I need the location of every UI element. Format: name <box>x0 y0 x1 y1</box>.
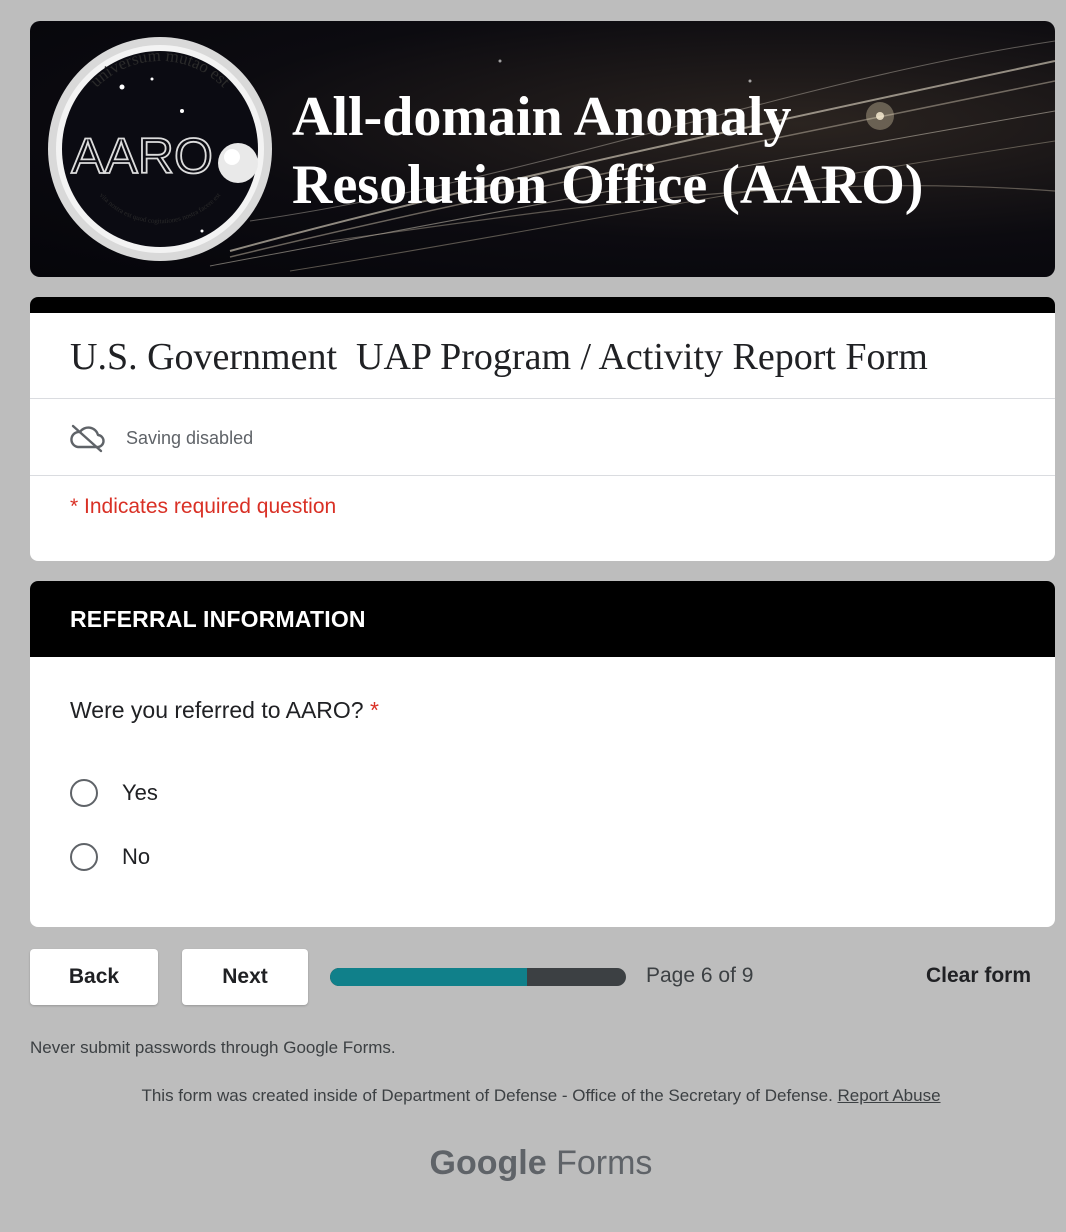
saving-status: Saving disabled <box>68 423 253 453</box>
next-button[interactable]: Next <box>182 949 308 1005</box>
cloud-off-icon <box>70 424 105 453</box>
radio-button[interactable] <box>70 843 98 871</box>
banner-title-line2: Resolution Office (AARO) <box>292 154 924 216</box>
divider <box>30 398 1055 399</box>
section-title: REFERRAL INFORMATION <box>70 605 366 632</box>
question-title: Were you referred to AARO? * <box>70 697 379 724</box>
banner-title-line1: All-domain Anomaly <box>292 86 792 148</box>
header-banner-image: universum mutao est vita nostra est quod… <box>30 21 1055 277</box>
section-header: REFERRAL INFORMATION <box>30 581 1055 657</box>
form-title: U.S. Government UAP Program / Activity R… <box>70 336 928 378</box>
forms-wordmark: Forms <box>546 1144 653 1182</box>
form-created-text: This form was created inside of Departme… <box>141 1086 838 1105</box>
progress-bar-fill <box>330 968 528 986</box>
required-note: * Indicates required question <box>70 495 337 518</box>
google-forms-logo[interactable]: Google Forms <box>8 1144 1066 1183</box>
question-text: Were you referred to AARO? <box>70 697 364 723</box>
radio-option-yes[interactable]: Yes <box>70 779 158 807</box>
page: universum mutao est vita nostra est quod… <box>8 6 1066 1232</box>
clear-form-button[interactable]: Clear form <box>926 964 1031 988</box>
progress-bar <box>330 968 626 986</box>
radio-option-no[interactable]: No <box>70 843 150 871</box>
radio-option-label: Yes <box>122 780 158 805</box>
page-indicator: Page 6 of 9 <box>646 964 754 987</box>
password-warning: Never submit passwords through Google Fo… <box>30 1038 396 1057</box>
saving-status-text: Saving disabled <box>126 427 254 448</box>
radio-button[interactable] <box>70 779 98 807</box>
banner-title: All-domain Anomaly Resolution Office (AA… <box>292 83 923 219</box>
form-created-notice: This form was created inside of Departme… <box>8 1086 1066 1106</box>
required-asterisk: * <box>370 697 379 723</box>
divider <box>30 475 1055 476</box>
seal-aaro-text: AARO <box>71 128 213 184</box>
form-title-card: U.S. Government UAP Program / Activity R… <box>30 297 1055 561</box>
google-wordmark: Google <box>429 1144 547 1182</box>
back-button[interactable]: Back <box>30 949 158 1005</box>
aaro-seal: universum mutao est vita nostra est quod… <box>48 37 272 261</box>
title-card-accent-bar <box>30 297 1055 313</box>
radio-option-label: No <box>122 844 151 869</box>
report-abuse-link[interactable]: Report Abuse <box>838 1086 941 1105</box>
question-section-card: REFERRAL INFORMATION Were you referred t… <box>30 581 1055 927</box>
